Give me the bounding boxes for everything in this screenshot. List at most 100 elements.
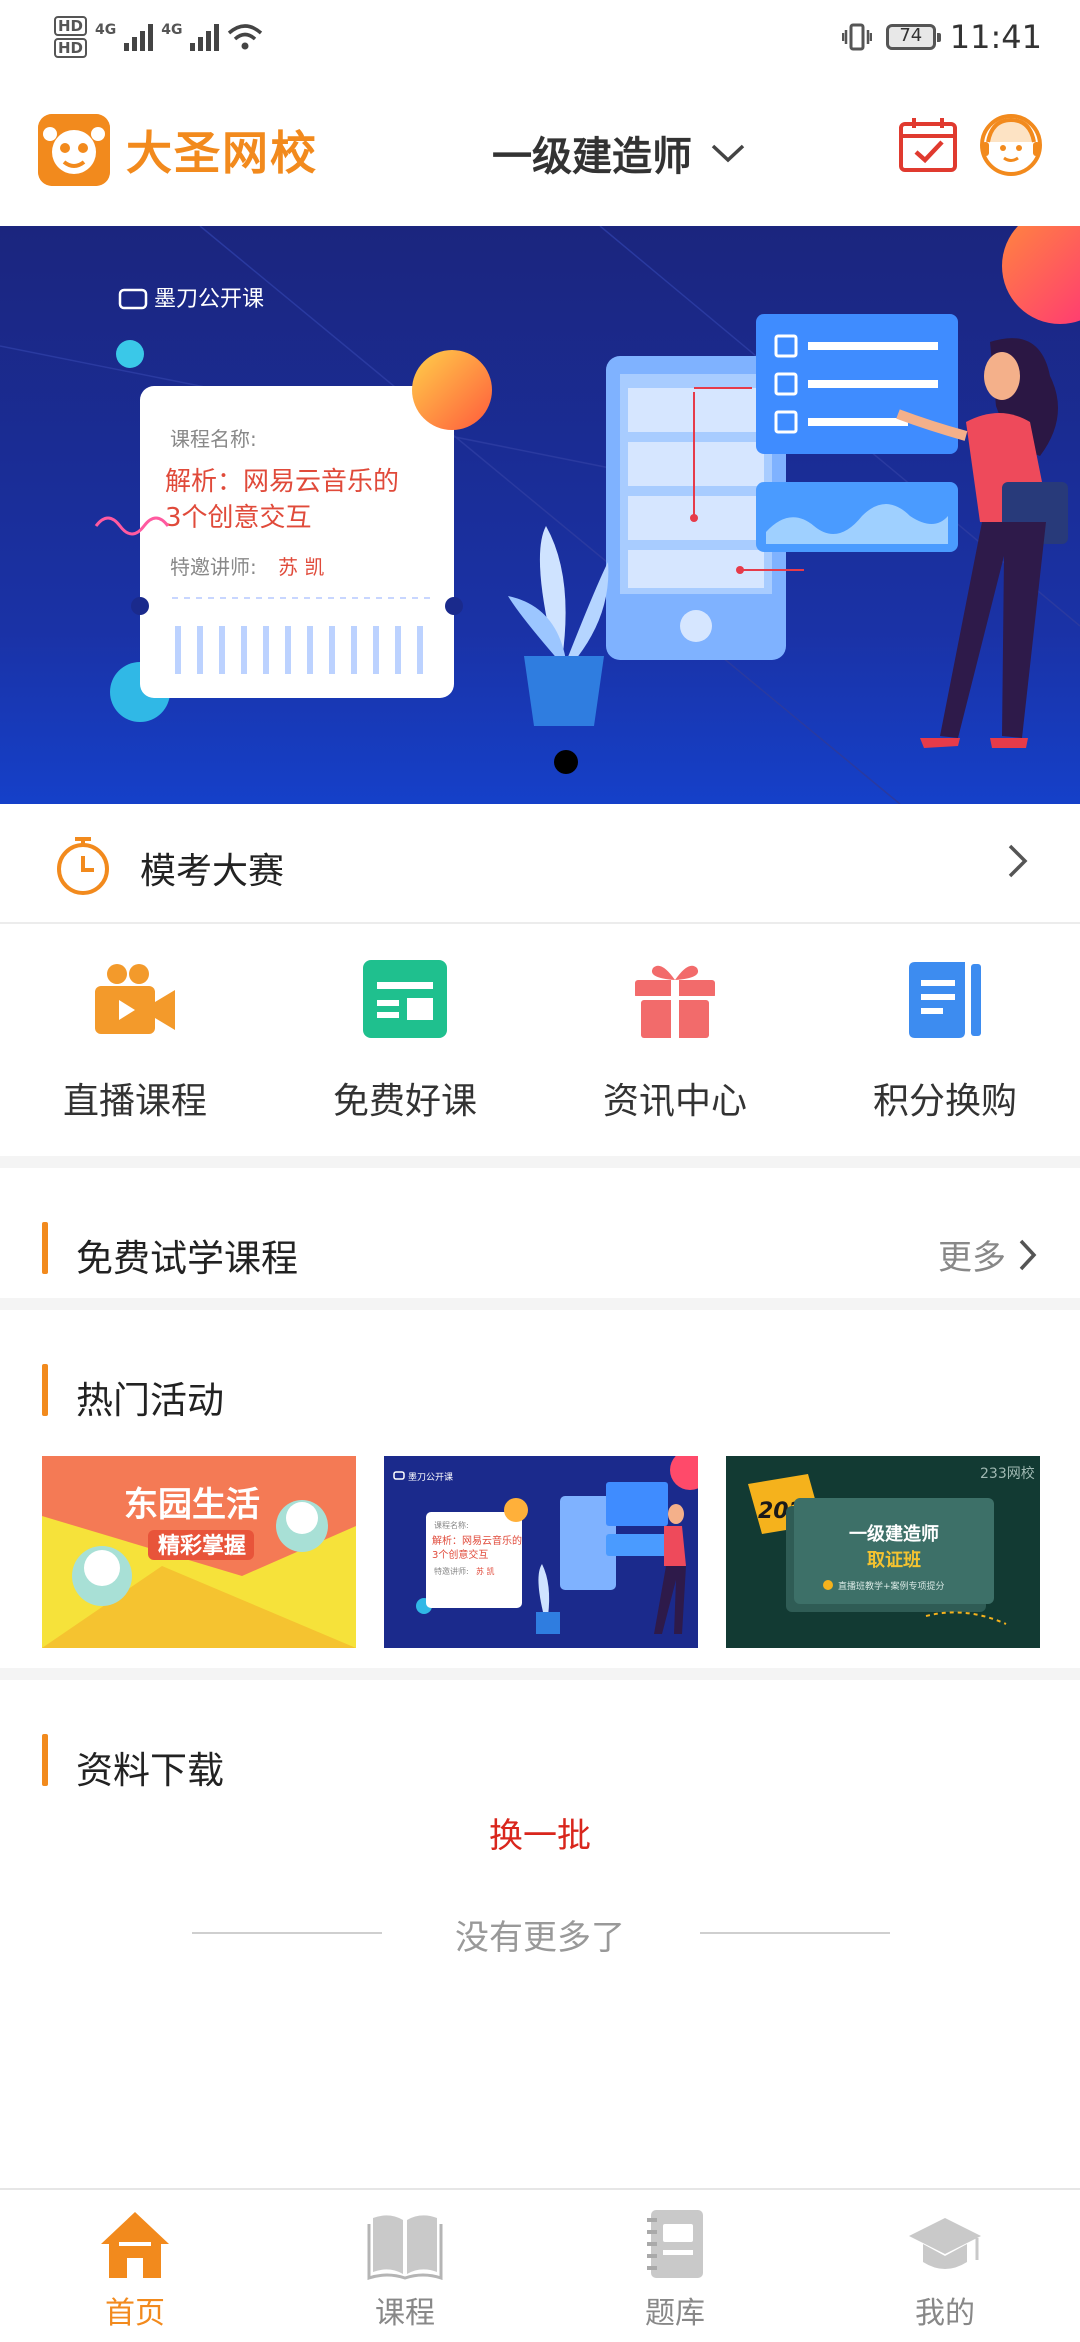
lecturer-label: 特邀讲师: bbox=[170, 555, 257, 579]
section-divider bbox=[0, 1298, 1080, 1310]
bottom-tab-bar: 首页 课程 题库 我的 bbox=[0, 2188, 1080, 2342]
page-dot-active bbox=[554, 750, 578, 774]
no-more-indicator: 没有更多了 bbox=[0, 1910, 1080, 1958]
book-icon bbox=[367, 2215, 443, 2280]
activity-title-line2: 3个创意交互 bbox=[432, 1548, 488, 1561]
activity-card[interactable]: 墨刀公开课 课程名称: 解析：网易云音乐的 3个创意交互 特邀讲师: 苏 凯 bbox=[384, 1456, 698, 1648]
course-title-line2: 3个创意交互 bbox=[165, 503, 312, 533]
activity-subtitle: 精彩掌握 bbox=[158, 1533, 246, 1559]
chevron-down-icon bbox=[711, 144, 745, 163]
home-icon bbox=[101, 2212, 169, 2278]
course-title-line1: 解析：网易云音乐的 bbox=[165, 467, 399, 497]
chevron-right-icon bbox=[1008, 844, 1028, 878]
calendar-check-icon[interactable] bbox=[896, 112, 960, 176]
activity-title-line1: 解析：网易云音乐的 bbox=[432, 1534, 522, 1547]
activity-subtitle: 取证班 bbox=[867, 1550, 921, 1571]
activity-lecturer-name: 苏 凯 bbox=[476, 1566, 495, 1576]
tab-label: 课程 bbox=[375, 2296, 435, 2331]
network-type-1: 4G bbox=[95, 22, 117, 38]
status-bar: HD HD 4G 4G 74 11:41 bbox=[0, 0, 1080, 72]
hot-activities-header: 热门活动 bbox=[0, 1340, 1080, 1440]
logo-text: 大圣网校 bbox=[126, 126, 318, 180]
tab-courses[interactable]: 课程 bbox=[270, 2190, 540, 2342]
tab-label: 我的 bbox=[915, 2296, 975, 2331]
wifi-icon bbox=[228, 24, 263, 50]
question-bank-icon bbox=[647, 2210, 703, 2278]
chevron-right-icon bbox=[1019, 1239, 1037, 1270]
battery-level: 74 bbox=[899, 25, 923, 46]
hd-badge-1: HD bbox=[54, 16, 88, 36]
battery-icon: 74 bbox=[885, 24, 941, 50]
free-course-icon bbox=[363, 960, 447, 1038]
graduation-cap-icon bbox=[909, 2218, 981, 2269]
app-header: 大圣网校 一级建造师 bbox=[0, 72, 1080, 226]
activity-note: 直播班教学+案例专项提分 bbox=[838, 1580, 945, 1592]
no-more-text: 没有更多了 bbox=[455, 1918, 625, 1958]
banner-channel: 墨刀公开课 bbox=[154, 287, 264, 312]
exam-selector[interactable]: 一级建造师 bbox=[492, 124, 746, 182]
hd-badge-2: HD bbox=[54, 38, 88, 58]
tab-label: 题库 bbox=[645, 2296, 705, 2331]
tab-mine[interactable]: 我的 bbox=[810, 2190, 1080, 2342]
quick-nav-points-exchange[interactable]: 积分换购 bbox=[810, 924, 1080, 1156]
mock-exam-label: 模考大赛 bbox=[140, 851, 285, 892]
activity-lecturer-label: 特邀讲师: bbox=[434, 1566, 469, 1576]
quick-nav-label: 直播课程 bbox=[62, 1081, 207, 1122]
activity-card[interactable]: 233网校 2020 一级建造师 取证班 直播班教学+案例专项提分 bbox=[726, 1456, 1040, 1648]
stopwatch-icon bbox=[57, 837, 109, 895]
document-list-icon bbox=[909, 962, 981, 1038]
section-accent-bar bbox=[42, 1222, 48, 1274]
mock-exam-entry[interactable]: 模考大赛 bbox=[0, 804, 1080, 924]
section-accent-bar bbox=[42, 1734, 48, 1786]
network-type-2: 4G bbox=[161, 22, 183, 38]
tab-label: 首页 bbox=[105, 2296, 165, 2331]
more-label: 更多 bbox=[938, 1238, 1006, 1278]
quick-nav-free-courses[interactable]: 免费好课 bbox=[270, 924, 540, 1156]
hot-activities-title: 热门活动 bbox=[76, 1379, 224, 1422]
header-actions bbox=[896, 112, 1044, 178]
free-trial-title: 免费试学课程 bbox=[76, 1237, 298, 1280]
section-divider bbox=[0, 1156, 1080, 1168]
exam-selector-label: 一级建造师 bbox=[492, 134, 692, 180]
activity-card[interactable]: 东园生活 精彩掌握 bbox=[42, 1456, 356, 1648]
clock: 11:41 bbox=[949, 18, 1042, 56]
quick-nav-live-courses[interactable]: 直播课程 bbox=[0, 924, 270, 1156]
sun-circle bbox=[412, 350, 492, 430]
activity-course-label: 课程名称: bbox=[434, 1520, 469, 1530]
downloads-header: 资料下载 bbox=[0, 1710, 1080, 1810]
lecturer-name: 苏 凯 bbox=[278, 555, 324, 579]
section-divider bbox=[0, 1668, 1080, 1680]
divider-line-right bbox=[700, 1932, 890, 1934]
gift-icon bbox=[635, 965, 715, 1038]
tab-question-bank[interactable]: 题库 bbox=[540, 2190, 810, 2342]
quick-nav: 直播课程 免费好课 资讯中心 积分换购 bbox=[0, 924, 1080, 1156]
section-accent-bar bbox=[42, 1364, 48, 1416]
status-right: 74 11:41 bbox=[841, 14, 1042, 60]
video-camera-icon bbox=[95, 964, 175, 1034]
activity-title: 东园生活 bbox=[124, 1485, 260, 1525]
activity-title: 一级建造师 bbox=[849, 1523, 939, 1545]
promo-banner[interactable]: 墨刀公开课 课程名称: 解析：网易云音乐的 3个创意交互 特邀讲师: 苏 凯 bbox=[0, 226, 1080, 804]
more-link[interactable]: 更多 bbox=[938, 1230, 1038, 1279]
activity-channel: 墨刀公开课 bbox=[408, 1472, 453, 1483]
free-trial-header: 免费试学课程 更多 bbox=[0, 1198, 1080, 1298]
activity-brand: 233网校 bbox=[980, 1465, 1035, 1482]
quick-nav-label: 资讯中心 bbox=[602, 1081, 747, 1122]
signal-1-icon bbox=[124, 23, 154, 51]
quick-nav-label: 积分换购 bbox=[872, 1081, 1017, 1122]
quick-nav-news-center[interactable]: 资讯中心 bbox=[540, 924, 810, 1156]
tab-home[interactable]: 首页 bbox=[0, 2190, 270, 2342]
banner-page-indicator bbox=[554, 750, 578, 774]
hd-badges: HD HD bbox=[54, 16, 88, 58]
downloads-title: 资料下载 bbox=[76, 1749, 224, 1792]
quick-nav-label: 免费好课 bbox=[332, 1081, 477, 1122]
decor-dot bbox=[116, 340, 144, 368]
course-label: 课程名称: bbox=[170, 427, 257, 451]
customer-service-icon[interactable] bbox=[978, 112, 1044, 178]
signal-area: HD HD 4G 4G bbox=[54, 14, 263, 60]
refresh-batch-button[interactable]: 换一批 bbox=[0, 1808, 1080, 1857]
vibrate-icon bbox=[841, 23, 872, 51]
monkey-logo-icon bbox=[38, 114, 110, 186]
logo: 大圣网校 bbox=[38, 114, 318, 186]
signal-2-icon bbox=[190, 23, 220, 51]
